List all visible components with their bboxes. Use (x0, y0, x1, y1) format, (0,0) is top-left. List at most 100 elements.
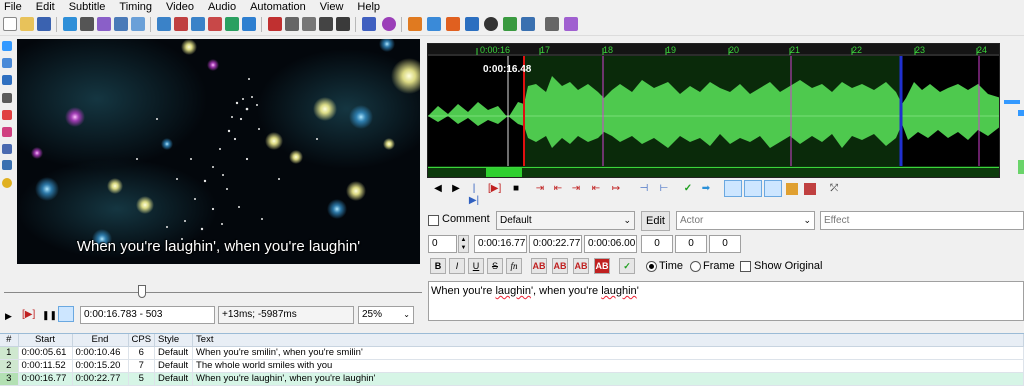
menu-edit[interactable]: Edit (36, 0, 55, 14)
strikeout-button[interactable]: S (487, 258, 503, 274)
play-before-icon[interactable]: ⇥ (534, 183, 546, 195)
comment-checkbox[interactable] (428, 215, 439, 226)
time-radio[interactable] (646, 261, 657, 272)
duration-input[interactable]: 0:00:06.00 (584, 235, 637, 253)
snap-end-icon[interactable] (427, 17, 441, 31)
header-end[interactable]: End (72, 334, 129, 347)
video-details-icon[interactable] (114, 17, 128, 31)
select-lines-icon[interactable] (319, 17, 333, 31)
next-line-icon[interactable] (465, 17, 479, 31)
play-after-end-icon[interactable]: ⇤ (590, 183, 602, 195)
primary-color-button[interactable]: AB (531, 258, 547, 274)
resample-icon[interactable] (268, 17, 282, 31)
table-row[interactable]: 1 0:00:05.61 0:00:10.46 6 Default When y… (0, 346, 1024, 360)
frame-radio[interactable] (690, 261, 701, 272)
new-file-icon[interactable] (3, 17, 17, 31)
effect-combo[interactable]: Effect (820, 211, 1024, 230)
menu-view[interactable]: View (320, 0, 344, 14)
layer-spin-icon[interactable]: ▲ ▼ (458, 235, 469, 253)
menu-timing[interactable]: Timing (119, 0, 152, 14)
next-line-icon[interactable]: ▶ (450, 183, 462, 195)
standard-tool-icon[interactable] (2, 41, 12, 51)
attachments-icon[interactable] (191, 17, 205, 31)
menu-help[interactable]: Help (357, 0, 380, 14)
properties-icon[interactable] (174, 17, 188, 31)
play-line-button-icon[interactable]: [▶] (22, 309, 35, 320)
audio-volume-slider[interactable] (1018, 110, 1024, 116)
auto-scroll-icon[interactable] (58, 306, 74, 322)
clip-tool-icon[interactable] (2, 127, 12, 137)
stop-icon[interactable]: ■ (510, 183, 522, 195)
go-to-icon[interactable]: ➡ (700, 183, 712, 195)
shadow-color-button[interactable]: AB (594, 258, 610, 274)
open-folder-icon[interactable] (20, 17, 34, 31)
margin-vertical-input[interactable]: 0 (709, 235, 741, 253)
subtitle-text-editor[interactable]: When you're laughin', when you're laughi… (428, 281, 1024, 321)
menu-video[interactable]: Video (166, 0, 194, 14)
automation-icon[interactable] (545, 17, 559, 31)
start-time-input[interactable]: 0:00:16.77 (474, 235, 527, 253)
header-style[interactable]: Style (154, 334, 194, 347)
spectrum-icon[interactable] (786, 183, 798, 195)
lead-out-icon[interactable]: ⊢ (658, 183, 670, 195)
styling-assistant-icon[interactable] (225, 17, 239, 31)
play-line-icon[interactable] (446, 17, 460, 31)
menu-file[interactable]: File (4, 0, 22, 14)
secondary-color-button[interactable]: AB (552, 258, 568, 274)
play-to-end-icon[interactable]: ↦ (610, 183, 622, 195)
snap-start-icon[interactable] (408, 17, 422, 31)
clock-icon[interactable] (484, 17, 498, 31)
video-display[interactable]: When you're laughin', when you're laughi… (17, 39, 420, 264)
shift-times-icon[interactable] (362, 17, 376, 31)
menu-automation[interactable]: Automation (250, 0, 306, 14)
play-after-start-icon[interactable]: ⇤ (552, 183, 564, 195)
save-icon[interactable] (37, 17, 51, 31)
vector-clip-icon[interactable] (2, 144, 12, 154)
outline-color-button[interactable]: AB (573, 258, 589, 274)
lead-in-icon[interactable]: ⊣ (638, 183, 650, 195)
underline-button[interactable]: U (468, 258, 484, 274)
help-icon[interactable] (2, 178, 12, 188)
video-time-display[interactable]: 0:00:16.783 - 503 (80, 306, 215, 324)
table-row-selected[interactable]: 3 0:00:16.77 0:00:22.77 5 Default When y… (0, 372, 1024, 386)
rotate-z-icon[interactable] (2, 75, 12, 85)
jump-to-icon[interactable] (63, 17, 77, 31)
translation-assistant-icon[interactable] (242, 17, 256, 31)
video-seek-slider[interactable] (4, 283, 424, 301)
kanji-timer-icon[interactable] (302, 17, 316, 31)
paste-over-icon[interactable] (336, 17, 350, 31)
edit-style-button[interactable]: Edit (641, 211, 670, 231)
rotate-xy-icon[interactable] (2, 93, 12, 103)
video-options-icon[interactable] (131, 17, 145, 31)
auto-scroll-audio-icon[interactable] (764, 180, 782, 197)
commit-icon[interactable]: ✓ (682, 183, 694, 195)
menu-audio[interactable]: Audio (208, 0, 236, 14)
table-row[interactable]: 2 0:00:11.52 0:00:15.20 7 Default The wh… (0, 359, 1024, 373)
play-selection-icon[interactable]: |▶| (468, 183, 480, 206)
keyframes-icon[interactable] (503, 17, 517, 31)
check-icon[interactable] (521, 17, 535, 31)
margin-left-input[interactable]: 0 (641, 235, 673, 253)
layer-input[interactable]: 0 (428, 235, 457, 253)
play-before-end-icon[interactable]: ⇥ (570, 183, 582, 195)
grid-icon[interactable] (2, 160, 12, 170)
show-original-checkbox[interactable] (740, 261, 751, 272)
end-time-input[interactable]: 0:00:22.77 (529, 235, 582, 253)
karaoke-icon[interactable] (804, 183, 816, 195)
timing-postprocessor-icon[interactable] (285, 17, 299, 31)
macro-icon[interactable] (564, 17, 578, 31)
audio-zoom-slider[interactable] (1004, 100, 1020, 104)
header-start[interactable]: Start (18, 334, 73, 347)
bold-button[interactable]: B (430, 258, 446, 274)
font-button[interactable]: fn (506, 258, 522, 274)
seek-slider-thumb[interactable] (138, 285, 146, 298)
header-text[interactable]: Text (192, 334, 1024, 347)
options-icon[interactable] (382, 17, 396, 31)
drag-tool-icon[interactable] (2, 58, 12, 68)
fonts-collector-icon[interactable] (208, 17, 222, 31)
prev-line-icon[interactable]: ◀ (432, 183, 444, 195)
style-select[interactable]: Default ⌄ (496, 211, 635, 230)
timing-mode-icon[interactable]: ⤱ (828, 183, 840, 195)
italic-button[interactable]: I (449, 258, 465, 274)
header-cps[interactable]: CPS (128, 334, 156, 347)
